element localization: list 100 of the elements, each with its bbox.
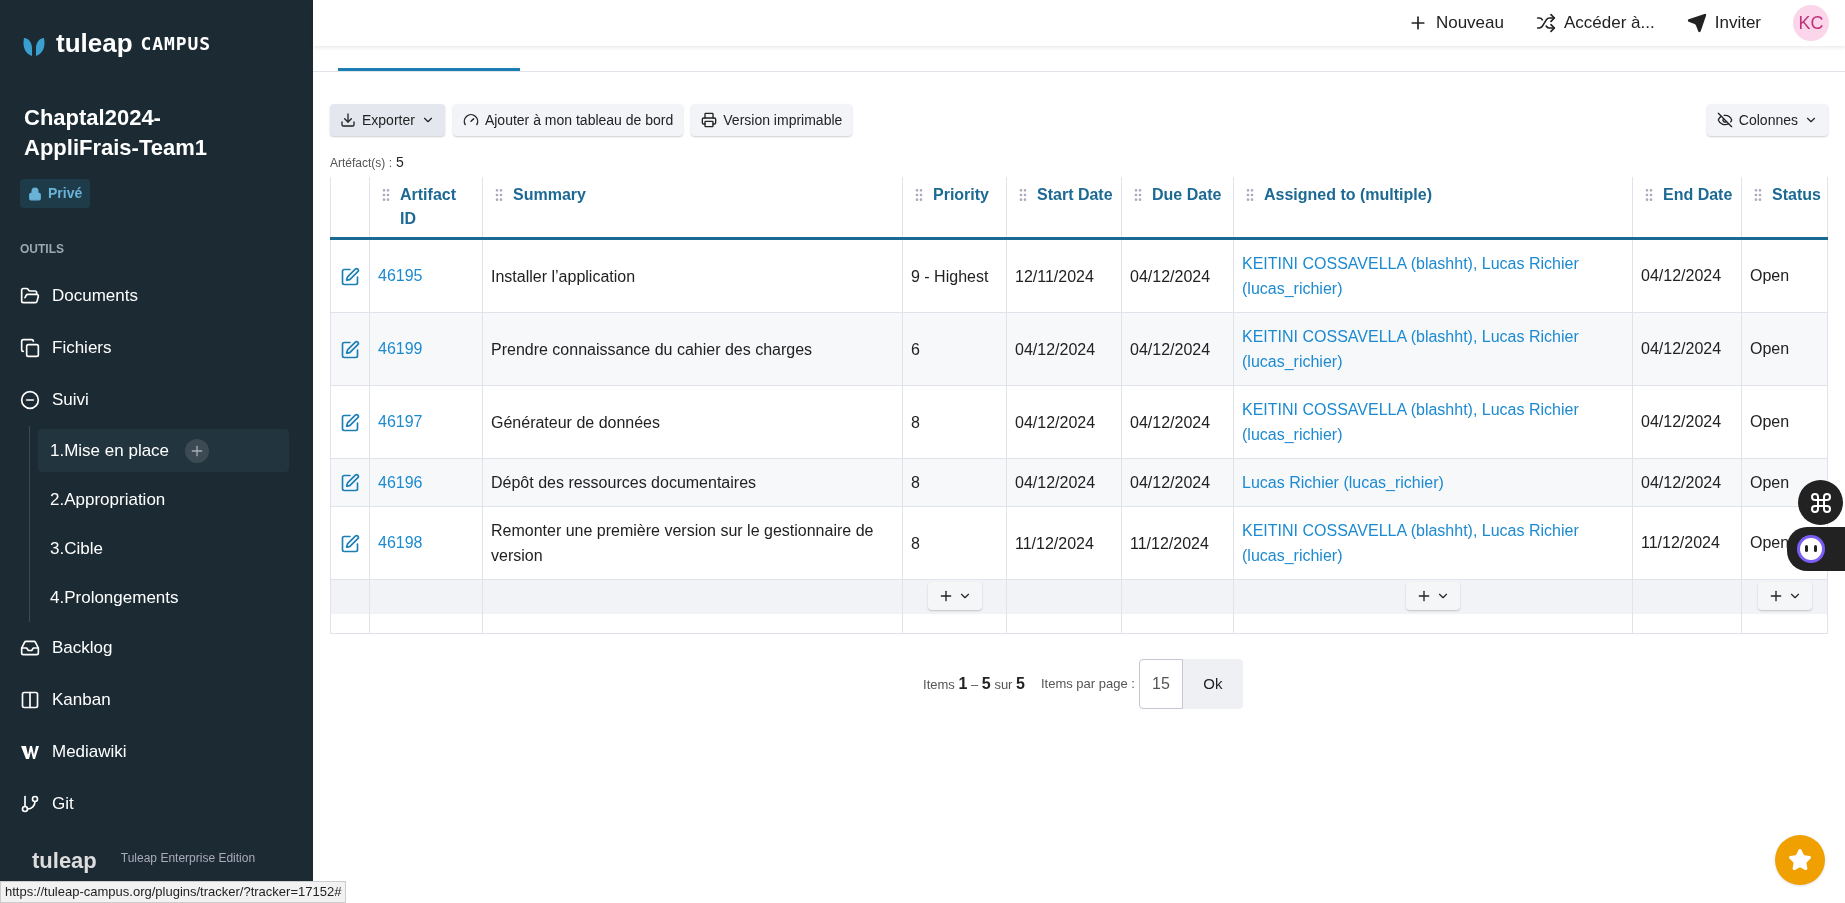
- per-page-field[interactable]: 15: [1138, 659, 1183, 709]
- table-cell: 04/12/2024: [1130, 340, 1211, 358]
- add-icon[interactable]: [185, 438, 210, 463]
- ok-button[interactable]: Ok: [1182, 659, 1243, 709]
- bot-icon: [1795, 533, 1827, 565]
- column-header[interactable]: Assigned to (multiple): [1264, 183, 1432, 207]
- kanban-icon: [20, 690, 40, 710]
- table-cell: Remonter une première version sur le gestionnaire de version: [491, 522, 874, 564]
- shortcuts-button[interactable]: [1798, 480, 1843, 525]
- brand-suffix: CAMPUS: [140, 32, 211, 56]
- visibility-badge: Privé: [20, 179, 91, 208]
- favorite-button[interactable]: [1775, 835, 1825, 885]
- table-cell: Open: [1750, 340, 1790, 357]
- table-cell: 04/12/2024: [1015, 474, 1096, 491]
- add-column-button[interactable]: [1406, 582, 1460, 611]
- column-header[interactable]: Summary: [513, 183, 586, 207]
- edit-icon[interactable]: [340, 473, 360, 494]
- assignees-text[interactable]: Lucas Richier (lucas_richier): [1242, 470, 1624, 495]
- table-cell: Générateur de données: [491, 413, 660, 431]
- count-label: Artéfact(s) :: [330, 155, 392, 172]
- pagination-summary: Items 1 – 5 sur 5: [923, 674, 1025, 694]
- table-cell: 04/12/2024: [1641, 267, 1722, 284]
- add-column-button[interactable]: [1757, 582, 1812, 611]
- star-icon: [1788, 848, 1812, 872]
- table-cell: 04/12/2024: [1130, 474, 1211, 491]
- inbox-icon: [20, 638, 40, 658]
- tracker-item[interactable]: 4.Prolongements: [38, 576, 289, 619]
- column-header[interactable]: Start Date: [1037, 183, 1113, 207]
- count-value: 5: [396, 153, 404, 172]
- tracker-item[interactable]: 2.Appropriation: [38, 478, 289, 521]
- sidebar-item[interactable]: Kanban: [0, 674, 313, 726]
- avatar[interactable]: KC: [1793, 5, 1829, 41]
- table-cell: 04/12/2024: [1130, 413, 1211, 431]
- toolbar-button[interactable]: Version imprimable: [691, 104, 853, 136]
- column-header[interactable]: End Date: [1663, 183, 1733, 207]
- table-cell: 9 - Highest: [911, 267, 989, 285]
- assignees-text[interactable]: KEITINI COSSAVELLA (blashht), Lucas Richier (lucas_richier): [1242, 518, 1624, 568]
- edit-icon[interactable]: [340, 412, 360, 433]
- sidebar-item[interactable]: Git: [0, 778, 313, 830]
- header-action[interactable]: Nouveau: [1407, 10, 1504, 36]
- branch-icon: [20, 794, 40, 814]
- sidebar-item[interactable]: Suivi: [0, 374, 313, 426]
- sidebar-item[interactable]: Mediawiki: [0, 726, 313, 778]
- sidebar-item[interactable]: Fichiers: [0, 322, 313, 374]
- project-name: Chaptal2024-AppliFrais-Team1: [23, 104, 208, 162]
- artifact-link[interactable]: 46198: [378, 534, 423, 551]
- table-cell: 04/12/2024: [1641, 473, 1722, 491]
- sidebar-item[interactable]: Backlog: [0, 622, 313, 674]
- table-cell: 11/12/2024: [1130, 534, 1209, 552]
- status-url: https://tuleap-campus.org/plugins/tracker/?tracker=17152#: [0, 881, 347, 903]
- files-icon: [20, 338, 40, 358]
- table-cell: 8: [911, 413, 920, 431]
- lock-icon: [28, 186, 42, 201]
- table-cell: 6: [911, 340, 920, 358]
- assignees-text[interactable]: KEITINI COSSAVELLA (blashht), Lucas Richier (lucas_richier): [1242, 324, 1624, 374]
- send-icon: [1686, 13, 1707, 33]
- table-cell: 11/12/2024: [1015, 534, 1094, 552]
- table-cell: Open: [1750, 534, 1790, 551]
- edit-icon[interactable]: [340, 533, 360, 554]
- table-cell: Open: [1750, 473, 1790, 491]
- folder-icon: [20, 286, 40, 306]
- column-header[interactable]: Due Date: [1152, 183, 1222, 207]
- add-column-button[interactable]: [927, 582, 982, 611]
- command-icon: [1808, 490, 1833, 515]
- table-cell: Dépôt des ressources documentaires: [491, 474, 757, 491]
- table-cell: 04/12/2024: [1015, 340, 1096, 358]
- artifact-link[interactable]: 46196: [378, 473, 423, 491]
- edition-text: Tuleap Enterprise Edition: [120, 850, 256, 867]
- hidden-eye-icon: [1716, 112, 1733, 128]
- table-cell: Open: [1750, 267, 1790, 284]
- column-header[interactable]: Status: [1772, 183, 1821, 207]
- columns-button[interactable]: Colonnes: [1706, 104, 1828, 136]
- table-cell: 04/12/2024: [1015, 413, 1096, 431]
- column-header[interactable]: Priority: [933, 183, 989, 207]
- section-label: OUTILS: [19, 241, 65, 258]
- artifact-link[interactable]: 46197: [378, 413, 423, 430]
- table-cell: Prendre connaissance du cahier des charges: [491, 340, 813, 358]
- sidebar-item[interactable]: Documents: [0, 270, 313, 322]
- toolbar-button[interactable]: Exporter: [330, 104, 445, 136]
- print-icon: [701, 112, 718, 128]
- table-cell: 04/12/2024: [1641, 413, 1722, 430]
- assistant-button[interactable]: [1787, 527, 1845, 571]
- edit-icon[interactable]: [340, 339, 360, 360]
- footer-brand: tuleap: [32, 849, 97, 873]
- table-cell: 8: [911, 474, 920, 491]
- header-action[interactable]: Accéder à...: [1536, 10, 1655, 36]
- shuffle-icon: [1536, 13, 1556, 33]
- assignees-text[interactable]: KEITINI COSSAVELLA (blashht), Lucas Richier (lucas_richier): [1242, 397, 1624, 447]
- tracker-item[interactable]: 1.Mise en place: [38, 429, 289, 472]
- toolbar-button[interactable]: Ajouter à mon tableau de bord: [452, 104, 684, 136]
- tracker-icon: [20, 390, 40, 410]
- assignees-text[interactable]: KEITINI COSSAVELLA (blashht), Lucas Richier (lucas_richier): [1242, 251, 1624, 301]
- artifact-link[interactable]: 46195: [378, 267, 423, 284]
- artifact-link[interactable]: 46199: [378, 340, 423, 357]
- edit-icon[interactable]: [340, 266, 360, 287]
- tracker-item[interactable]: 3.Cible: [38, 527, 289, 570]
- column-header[interactable]: Artifact ID: [400, 183, 474, 231]
- table-cell: Installer l’application: [491, 267, 636, 285]
- header-action[interactable]: Inviter: [1686, 10, 1761, 36]
- download-icon: [340, 112, 356, 128]
